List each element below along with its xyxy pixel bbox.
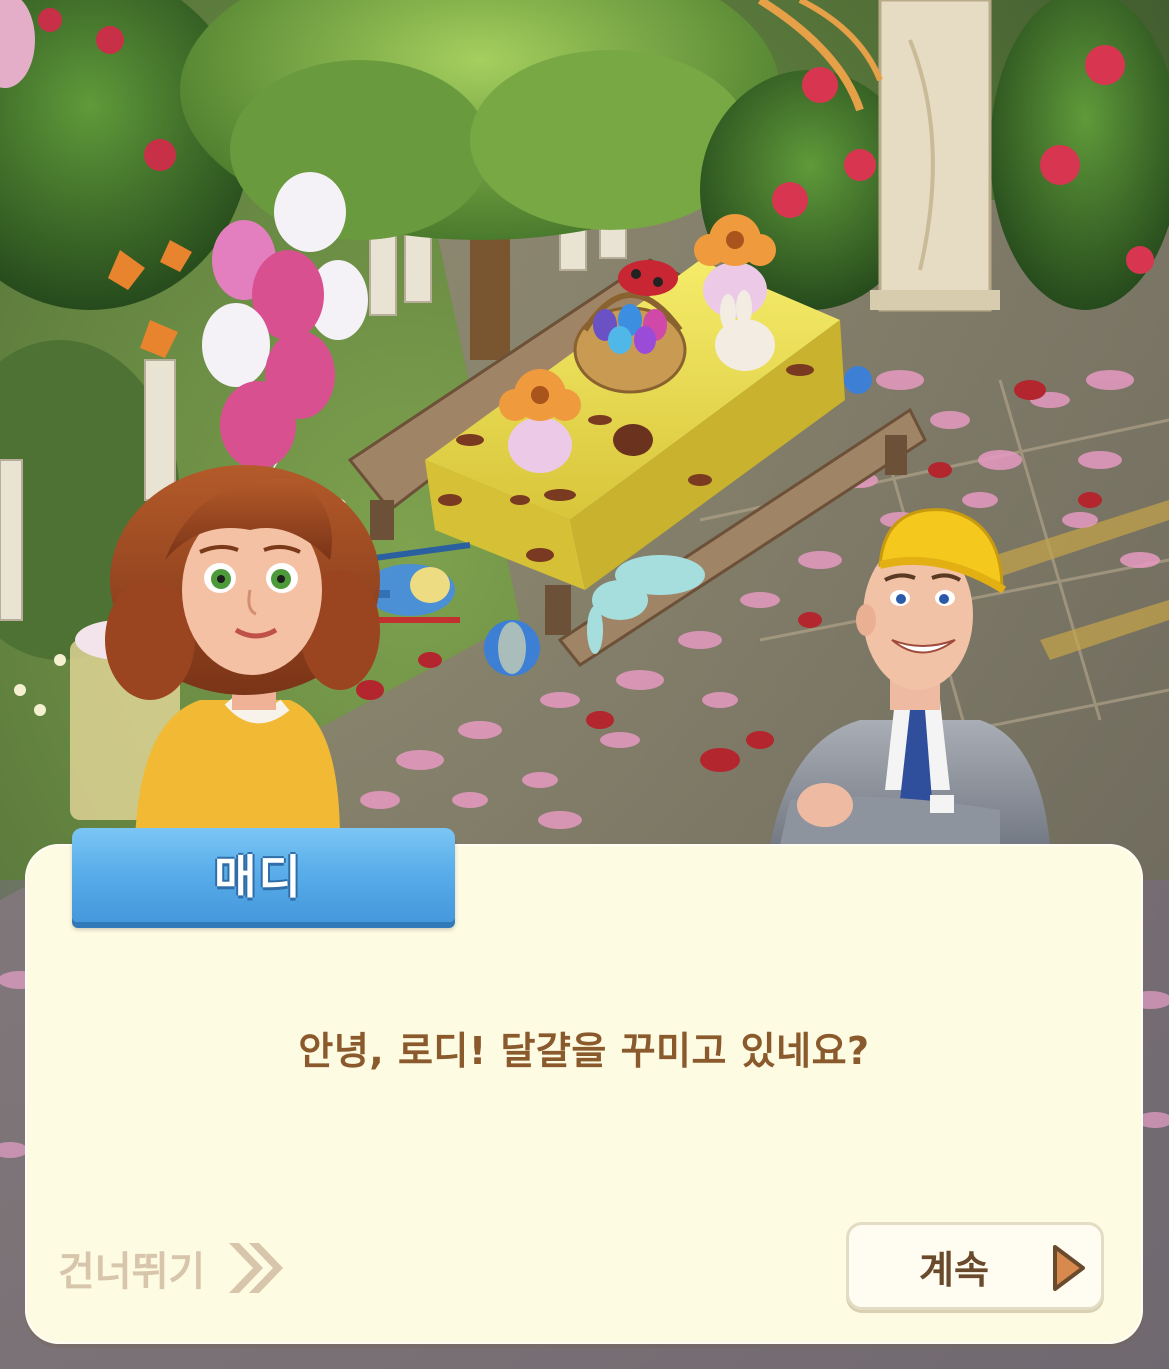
skip-button[interactable]: 건너뛰기	[58, 1236, 289, 1300]
skip-label: 건너뛰기	[58, 1249, 206, 1295]
continue-button[interactable]: 계속	[846, 1222, 1104, 1310]
dialog-text: 안녕, 로디! 달걀을 꾸미고 있네요?	[298, 1029, 870, 1073]
speaker-name: 매디	[214, 850, 303, 904]
speaker-name-tab: 매디	[72, 828, 455, 922]
double-chevron-right-icon	[229, 1243, 284, 1293]
play-arrow-icon	[1053, 1245, 1085, 1291]
continue-label: 계속	[919, 1247, 989, 1292]
